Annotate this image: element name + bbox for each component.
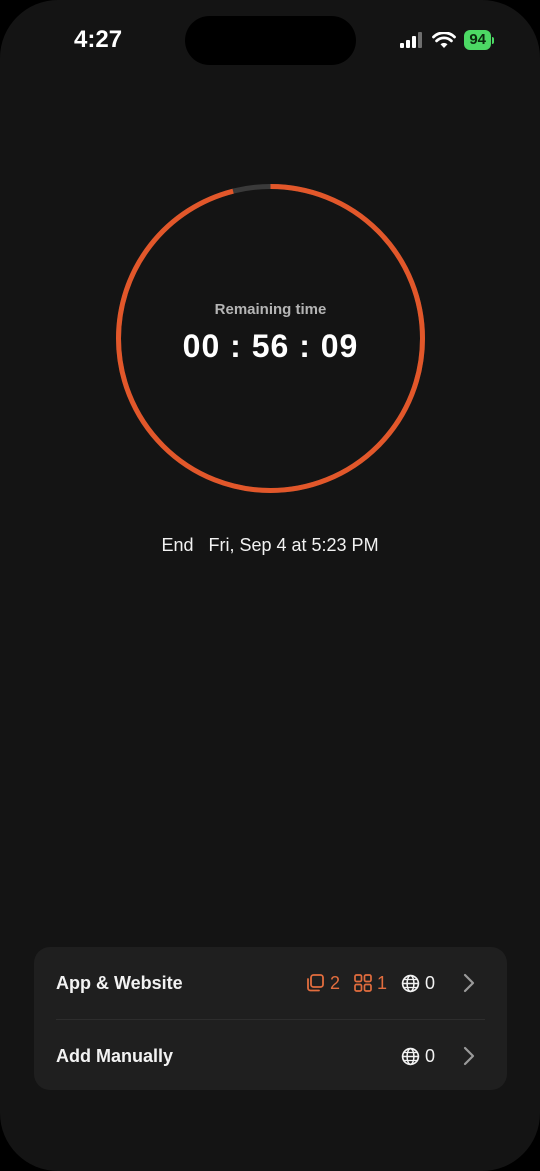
add-manually-row[interactable]: Add Manually 0 xyxy=(34,1020,507,1092)
countdown-ring: Remaining time 00 : 56 : 09 xyxy=(114,182,427,495)
wifi-icon xyxy=(432,31,457,48)
signal-icon xyxy=(400,32,423,48)
status-time: 4:27 xyxy=(74,26,123,53)
app-grid-icon xyxy=(354,974,372,992)
app-website-label: App & Website xyxy=(56,972,183,993)
category-count-value: 2 xyxy=(329,972,340,993)
globe-icon xyxy=(401,974,420,992)
remaining-time-value: 00 : 56 : 09 xyxy=(182,327,359,364)
block-list-card: App & Website 2 1 0 Add Manually 0 xyxy=(34,947,507,1090)
end-label: End xyxy=(161,535,194,555)
status-indicators: 94 xyxy=(400,30,494,50)
remaining-time-label: Remaining time xyxy=(214,300,327,318)
add-manually-label: Add Manually xyxy=(56,1045,174,1066)
dynamic-island xyxy=(185,16,356,65)
website-count-value: 0 xyxy=(424,972,435,993)
battery-level: 94 xyxy=(464,30,491,50)
end-value: Fri, Sep 4 at 5:23 PM xyxy=(208,535,379,555)
screen: 4:27 94 Remaining time 00 : 56 : 09 End … xyxy=(0,0,540,1171)
app-count-value: 1 xyxy=(376,972,387,993)
chevron-right-icon xyxy=(463,1046,475,1066)
end-time-line: End Fri, Sep 4 at 5:23 PM xyxy=(0,535,540,556)
app-count: 1 xyxy=(354,973,387,994)
category-stack-icon xyxy=(307,974,324,992)
manual-website-count: 0 xyxy=(401,1046,435,1067)
app-website-row[interactable]: App & Website 2 1 0 xyxy=(34,947,507,1019)
chevron-right-icon xyxy=(463,973,475,993)
manual-website-count-value: 0 xyxy=(424,1045,435,1066)
battery-charging-icon: 94 xyxy=(464,30,494,50)
website-count: 0 xyxy=(401,973,435,994)
globe-icon xyxy=(401,1047,420,1065)
category-count: 2 xyxy=(305,973,340,994)
